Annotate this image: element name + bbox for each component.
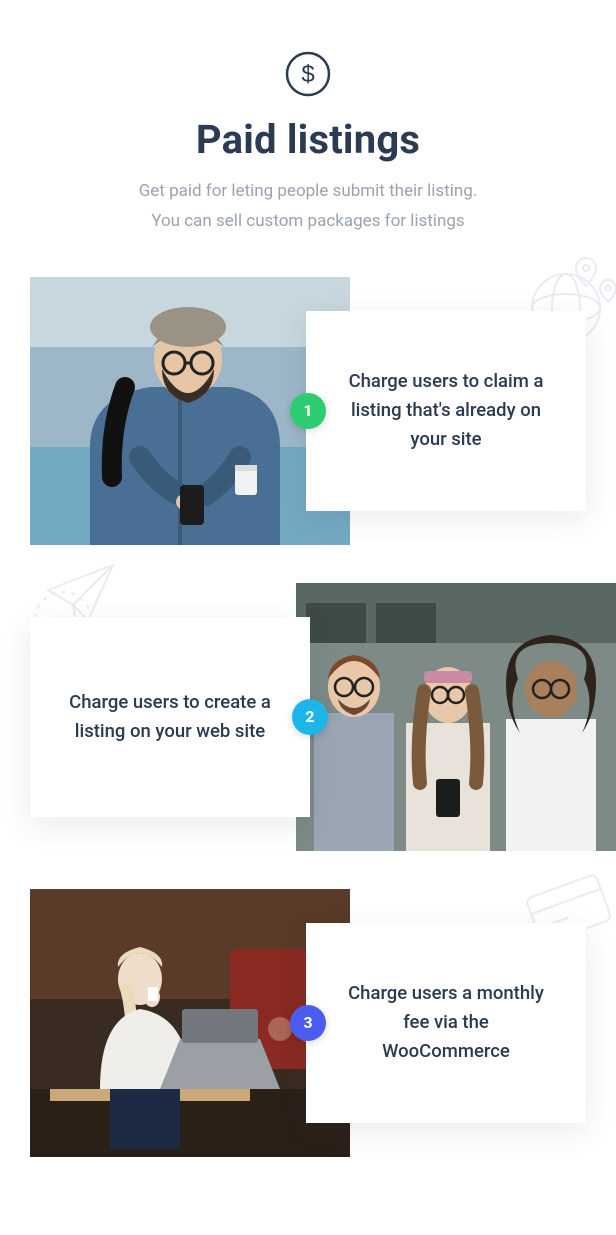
step-3: Charge users a monthly fee via the WooCo… <box>30 889 586 1157</box>
step-3-text: Charge users a monthly fee via the WooCo… <box>338 979 554 1065</box>
step-3-card: Charge users a monthly fee via the WooCo… <box>306 923 586 1123</box>
step-2-text: Charge users to create a listing on your… <box>62 688 278 745</box>
step-3-number: 3 <box>303 1013 312 1032</box>
step-2-badge: 2 <box>292 699 328 735</box>
subtitle-line-2: You can sell custom packages for listing… <box>151 211 464 231</box>
step-1-badge: 1 <box>290 393 326 429</box>
subtitle-line-1: Get paid for leting people submit their … <box>139 181 478 201</box>
step-2-card: Charge users to create a listing on your… <box>30 617 310 817</box>
step-1-number: 1 <box>303 401 312 420</box>
step-1: Charge users to claim a listing that's a… <box>30 277 586 545</box>
dollar-circle-icon: $ <box>30 50 586 98</box>
step-1-text: Charge users to claim a listing that's a… <box>338 367 554 453</box>
page-title: Paid listings <box>30 116 586 163</box>
svg-text:$: $ <box>301 61 314 88</box>
step-3-badge: 3 <box>290 1005 326 1041</box>
step-1-card: Charge users to claim a listing that's a… <box>306 311 586 511</box>
step-2: Charge users to create a listing on your… <box>30 583 586 851</box>
step-2-number: 2 <box>305 707 314 726</box>
step-2-image <box>296 583 616 851</box>
page-subtitle: Get paid for leting people submit their … <box>68 177 548 237</box>
